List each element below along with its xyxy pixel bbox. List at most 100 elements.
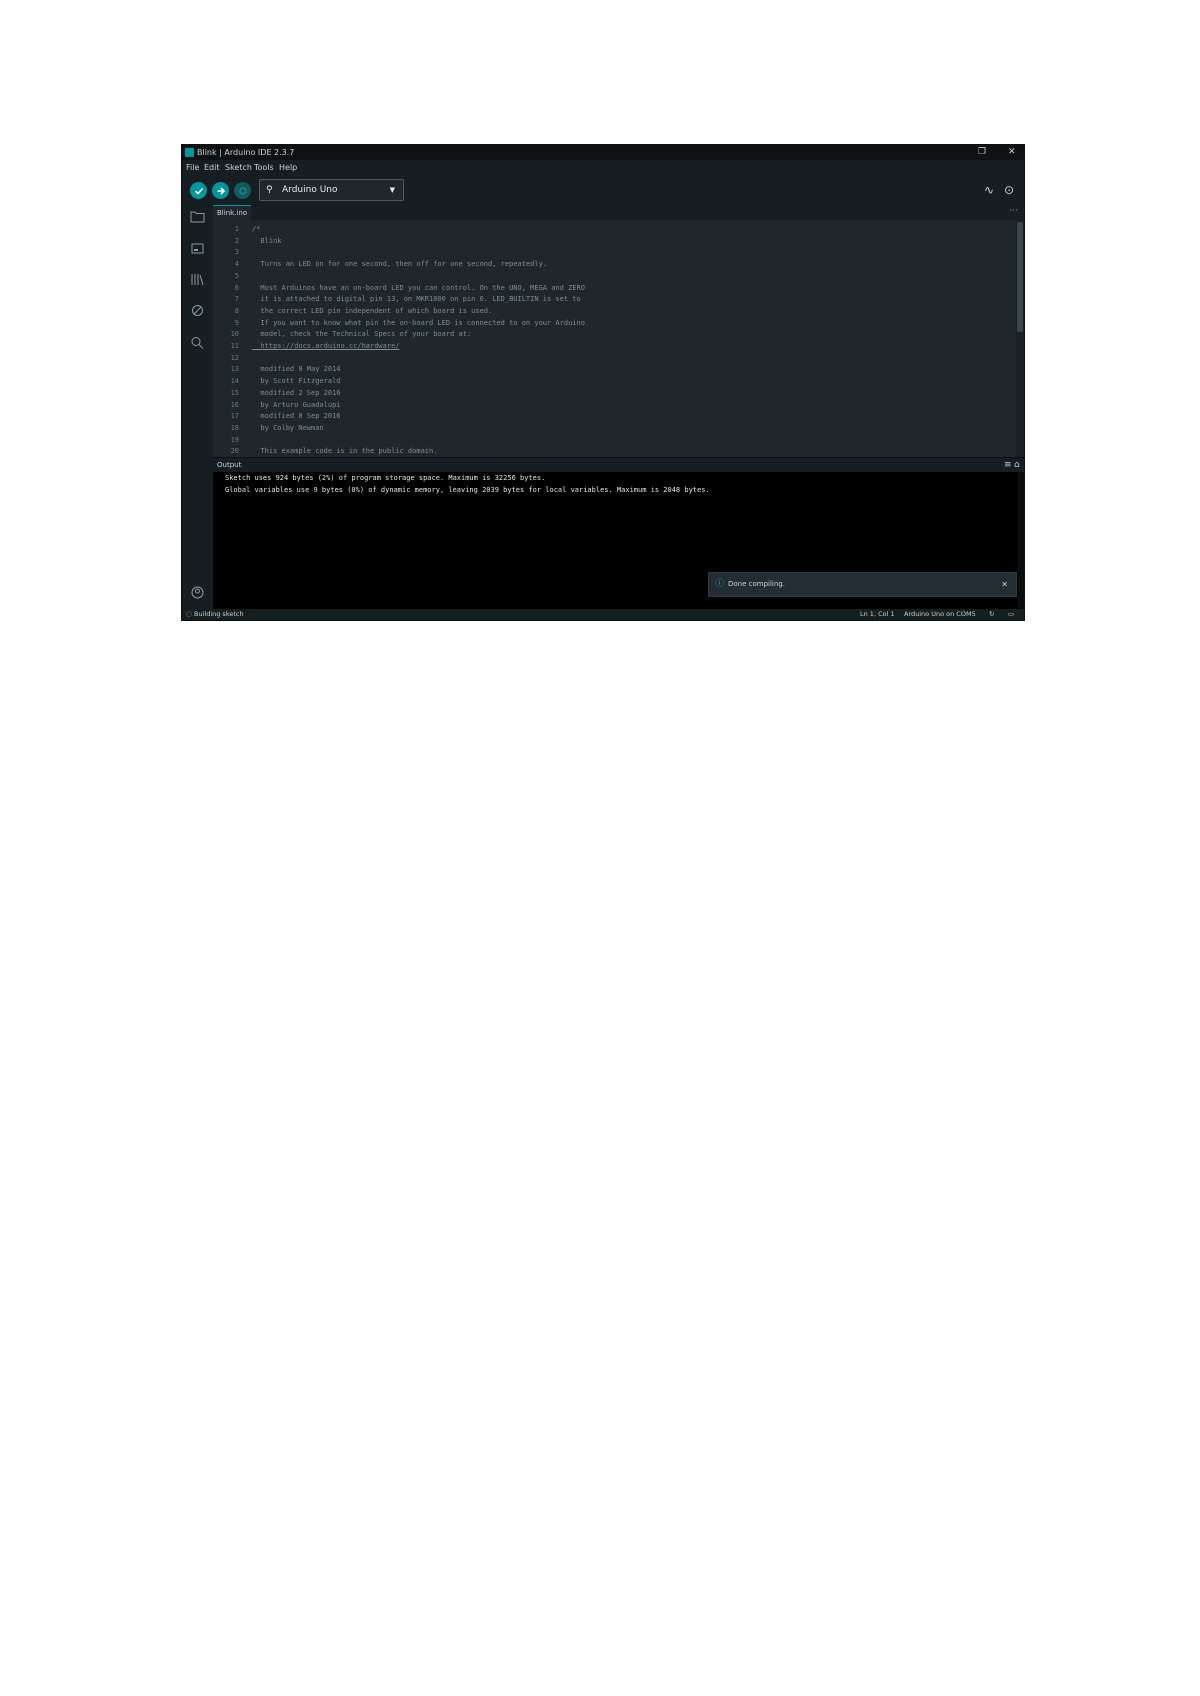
toolbar: ⚲ Arduino Uno ▼ ∿ ⊙	[182, 175, 1024, 205]
output-line: Sketch uses 924 bytes (2%) of program st…	[225, 474, 546, 482]
code-text: This example code is in the public domai…	[252, 447, 438, 456]
code-text: modified 8 Sep 2016	[252, 412, 341, 421]
line-number: 8	[234, 306, 239, 315]
menu-tools[interactable]: Tools	[254, 160, 274, 175]
code-line: 15 modified 2 Sep 2016	[213, 387, 1013, 399]
line-number: 2	[234, 236, 239, 245]
notifications-icon[interactable]: ↻	[989, 609, 994, 620]
code-line: 18 by Colby Newman	[213, 422, 1013, 434]
line-number: 3	[234, 248, 239, 257]
monitor-icon[interactable]: ⊙	[1004, 183, 1014, 197]
output-header: Output ≡ ⌂	[213, 457, 1024, 473]
code-line: 12	[213, 352, 1013, 364]
line-number: 15	[230, 388, 239, 397]
code-line: 7 it is attached to digital pin 13, on M…	[213, 293, 1013, 305]
code-line: 17 modified 8 Sep 2016	[213, 410, 1013, 422]
scrollbar-thumb[interactable]	[1017, 222, 1023, 332]
code-line: 9 If you want to know what pin the on-bo…	[213, 317, 1013, 329]
plotter-icon[interactable]: ∿	[984, 183, 994, 197]
debug-button[interactable]	[234, 182, 251, 199]
line-number: 13	[230, 365, 239, 374]
code-line: 13 modified 8 May 2014	[213, 363, 1013, 375]
library-icon[interactable]	[189, 273, 206, 290]
arrow-right-icon	[217, 186, 225, 195]
line-number: 14	[230, 377, 239, 386]
line-number: 1	[234, 225, 239, 233]
code-text: If you want to know what pin the on-boar…	[252, 318, 585, 327]
output-label: Output	[217, 461, 242, 469]
output-line: Global variables use 9 bytes (0%) of dyn…	[225, 486, 710, 494]
code-text: /*	[252, 225, 261, 233]
close-icon[interactable]: ✕	[1001, 573, 1008, 596]
menu-edit[interactable]: Edit	[204, 160, 220, 175]
code-editor[interactable]: 1/* 2 Blink 3 4 Turns an LED on for one sec…	[213, 220, 1024, 457]
line-number: 17	[230, 412, 239, 421]
close-icon[interactable]: ✕	[1008, 145, 1016, 160]
code-line: 6 Most Arduinos have an on-board LED you…	[213, 282, 1013, 294]
menu-file[interactable]: File	[186, 160, 199, 175]
debug-icon	[238, 186, 247, 195]
check-icon	[194, 187, 203, 195]
code-line: 8 the correct LED pin independent of whi…	[213, 305, 1013, 317]
status-board[interactable]: Arduino Uno on COM5	[904, 609, 976, 620]
spinner-icon: ◌	[186, 610, 192, 618]
tab-bar: Blink.ino ···	[213, 205, 1024, 220]
sidebar	[182, 205, 213, 609]
line-number: 16	[230, 400, 239, 409]
code-line: 1 /*	[213, 223, 1013, 235]
toggle-output-icon[interactable]: ▭	[1008, 609, 1014, 620]
clear-output-icon[interactable]: ≡	[1004, 458, 1012, 472]
title-bar: Blink | Arduino IDE 2.3.7 ❐ ✕	[182, 145, 1024, 160]
line-number: 19	[230, 435, 239, 444]
code-text: it is attached to digital pin 13, on MKR…	[252, 295, 581, 304]
code-line: 2 Blink	[213, 235, 1013, 247]
code-text: modified 8 May 2014	[252, 365, 341, 374]
line-number: 6	[234, 283, 239, 292]
line-number: 5	[234, 271, 239, 280]
status-bar: Building sketch ◌ Ln 1, Col 1 Arduino Un…	[182, 609, 1024, 620]
line-number: 12	[230, 353, 239, 362]
upload-button[interactable]	[212, 182, 229, 199]
code-text: by Colby Newman	[252, 423, 324, 432]
account-icon[interactable]	[189, 586, 206, 603]
code-text: https://docs.arduino.cc/hardware/	[252, 342, 400, 350]
search-icon[interactable]	[189, 336, 206, 353]
line-number: 11	[230, 342, 239, 350]
code-line: 3	[213, 246, 1013, 258]
status-position[interactable]: Ln 1, Col 1	[860, 609, 895, 620]
boards-manager-icon[interactable]	[189, 242, 206, 259]
verify-button[interactable]	[190, 182, 207, 199]
tab-blink-ino[interactable]: Blink.ino	[213, 205, 251, 220]
lock-scroll-icon[interactable]: ⌂	[1014, 458, 1020, 472]
code-text: Blink	[252, 236, 282, 245]
folder-icon[interactable]	[189, 210, 206, 227]
menu-sketch[interactable]: Sketch	[225, 160, 252, 175]
usb-icon: ⚲	[266, 185, 273, 195]
board-label: Arduino Uno	[282, 185, 338, 195]
code-line: 14 by Scott Fitzgerald	[213, 375, 1013, 387]
chevron-down-icon: ▼	[389, 186, 395, 194]
code-text: Turns an LED on for one second, then off…	[252, 260, 548, 269]
code-line: 4 Turns an LED on for one second, then o…	[213, 258, 1013, 270]
arduino-ide-window: Blink | Arduino IDE 2.3.7 ❐ ✕ File Edit …	[182, 145, 1024, 620]
code-line: 10 model, check the Technical Specs of y…	[213, 328, 1013, 340]
code-line: 19	[213, 434, 1013, 446]
line-number: 20	[230, 447, 239, 456]
code-text: the correct LED pin independent of which…	[252, 306, 493, 315]
code-text: Most Arduinos have an on-board LED you c…	[252, 283, 585, 292]
code-line: 16 by Arturo Guadalupi	[213, 399, 1013, 411]
code-line: 11 https://docs.arduino.cc/hardware/	[213, 340, 1013, 352]
editor-scrollbar[interactable]	[1016, 220, 1024, 457]
code-text: by Scott Fitzgerald	[252, 377, 341, 386]
status-building: Building sketch	[194, 610, 244, 618]
menu-help[interactable]: Help	[279, 160, 297, 175]
output-scrollbar[interactable]	[1018, 472, 1024, 609]
board-selector[interactable]: ⚲ Arduino Uno ▼	[259, 179, 404, 201]
notification-message: Done compiling.	[728, 580, 785, 588]
line-number: 7	[234, 295, 239, 304]
arduino-logo-icon	[185, 148, 194, 157]
more-icon[interactable]: ···	[1009, 205, 1018, 218]
debug-icon[interactable]	[189, 304, 206, 321]
maximize-icon[interactable]: ❐	[978, 145, 986, 160]
code-line: 5	[213, 270, 1013, 282]
